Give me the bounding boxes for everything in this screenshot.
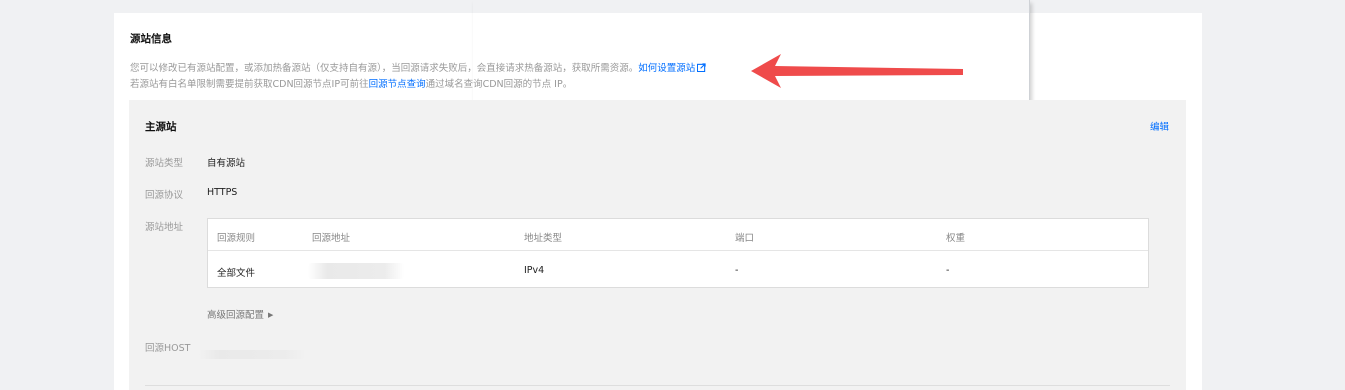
origin-type-label: 源站类型 <box>145 158 184 169</box>
column-header-rule: 回源规则 <box>217 233 256 244</box>
protocol-value: HTTPS <box>207 187 238 198</box>
external-link-icon <box>697 63 706 72</box>
origin-address-table: 回源规则 回源地址 地址类型 端口 权重 全部文件 IPv4 - - <box>207 218 1149 288</box>
redacted-address <box>308 263 404 279</box>
table-header-divider <box>208 250 1148 251</box>
advanced-origin-config-label: 高级回源配置 <box>207 310 265 321</box>
origin-address-label: 源站地址 <box>145 222 184 233</box>
origin-type-value: 自有源站 <box>207 158 246 169</box>
advanced-origin-config-toggle[interactable]: 高级回源配置 ▶ <box>207 307 273 321</box>
section-title: 源站信息 <box>130 33 172 45</box>
caret-right-icon: ▶ <box>268 311 274 319</box>
column-header-weight: 权重 <box>946 233 966 244</box>
column-header-type: 地址类型 <box>524 233 563 244</box>
red-arrow-annotation <box>751 54 963 88</box>
column-header-address: 回源地址 <box>312 233 351 244</box>
whitelist-text-suffix: 通过域名查询CDN回源的节点 IP。 <box>425 79 573 90</box>
protocol-label: 回源协议 <box>145 190 184 201</box>
description-line-1: 您可以修改已有源站配置，或添加热备源站（仅支持自有源），当回源请求失败后，会直接… <box>130 60 706 74</box>
how-to-set-origin-link[interactable]: 如何设置源站 <box>638 63 706 74</box>
section-divider <box>145 385 1170 386</box>
cell-port: - <box>735 265 739 276</box>
column-header-port: 端口 <box>735 233 755 244</box>
cell-address-type: IPv4 <box>524 265 545 276</box>
cell-rule: 全部文件 <box>217 268 256 279</box>
origin-host-label: 回源HOST <box>145 343 191 354</box>
description-text: 您可以修改已有源站配置，或添加热备源站（仅支持自有源），当回源请求失败后，会直接… <box>130 63 639 74</box>
edit-button[interactable]: 编辑 <box>1150 119 1169 133</box>
whitelist-text: 若源站有白名单限制需要提前获取CDN回源节点IP可前往 <box>130 79 369 90</box>
origin-node-query-link[interactable]: 回源节点查询 <box>369 79 426 90</box>
cell-weight: - <box>946 265 950 276</box>
description-line-2: 若源站有白名单限制需要提前获取CDN回源节点IP可前往回源节点查询通过域名查询C… <box>130 76 572 90</box>
redacted-host <box>198 350 306 359</box>
primary-origin-title: 主源站 <box>145 121 177 133</box>
